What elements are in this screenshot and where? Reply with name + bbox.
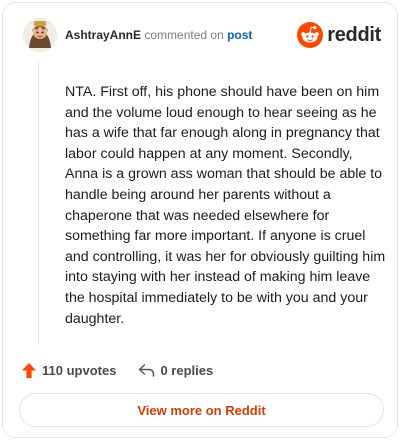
comment-actions: 110 upvotes 0 replies	[21, 360, 213, 380]
comment-body: NTA. First off, his phone should have be…	[65, 84, 386, 327]
reply-arrow-icon	[139, 363, 155, 377]
upvote-arrow-icon	[22, 362, 36, 378]
comment-embed-card: AshtrayAnnE commented on post reddit NTA…	[2, 2, 398, 438]
reddit-wordmark: reddit	[327, 23, 381, 46]
view-more-button[interactable]: View more on Reddit	[19, 393, 384, 427]
replies-button[interactable]: 0 replies	[138, 363, 213, 378]
upvote-count: 110 upvotes	[42, 362, 117, 378]
commented-on-text: commented on	[144, 28, 224, 42]
avatar[interactable]	[23, 18, 57, 52]
comment-header: AshtrayAnnE commented on post reddit	[23, 18, 381, 54]
post-link[interactable]: post	[227, 28, 252, 42]
comment-meta: AshtrayAnnE commented on post	[65, 28, 252, 42]
reddit-logo-icon	[297, 22, 324, 48]
username-link[interactable]: AshtrayAnnE	[65, 28, 141, 42]
upvote-button[interactable]: 110 upvotes	[21, 362, 116, 379]
thread-line	[38, 61, 39, 345]
reddit-logo[interactable]: reddit	[297, 21, 381, 49]
reply-count: 0 replies	[160, 362, 214, 378]
